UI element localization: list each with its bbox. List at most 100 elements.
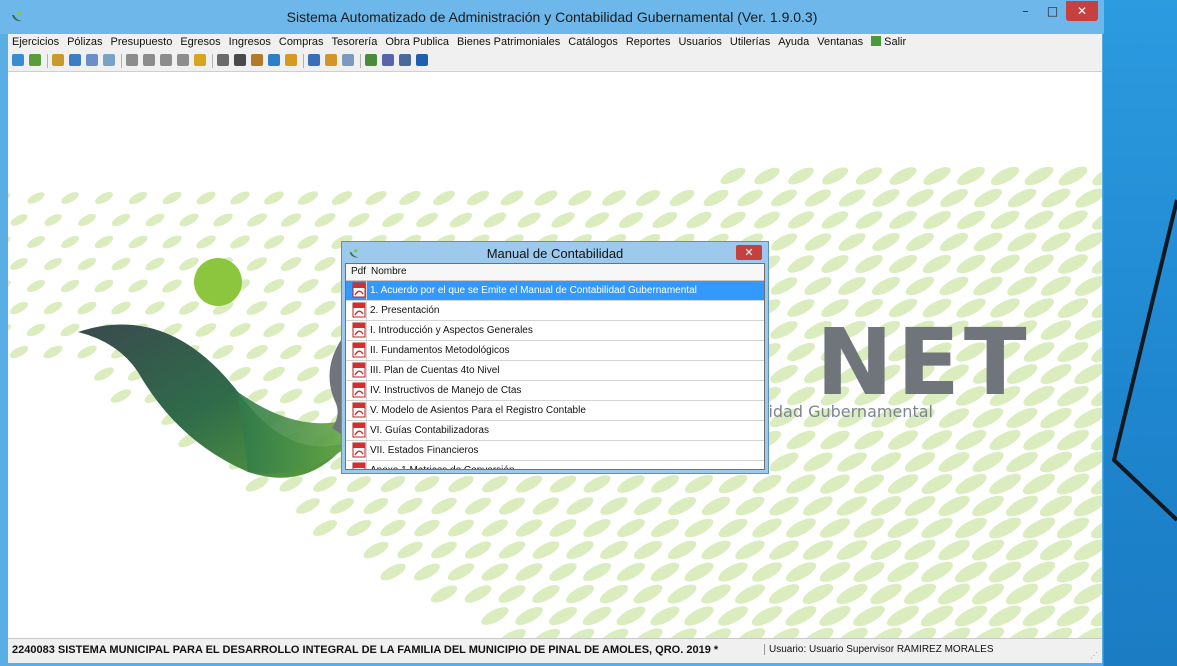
decor-dot xyxy=(769,452,799,472)
menu-usuarios[interactable]: Usuarios xyxy=(674,34,725,48)
decor-dot xyxy=(1023,429,1055,451)
minimize-button[interactable]: – xyxy=(1012,1,1039,21)
decor-dot xyxy=(788,167,814,185)
decor-dot xyxy=(923,210,951,230)
cell-divider xyxy=(366,421,367,440)
resize-grip[interactable]: ⋰ xyxy=(1090,651,1098,660)
manual-row[interactable]: IV. Instructivos de Manejo de Ctas xyxy=(346,381,764,401)
decor-dot xyxy=(889,167,917,185)
manual-row[interactable]: 1. Acuerdo por el que se Emite el Manual… xyxy=(346,281,764,301)
maximize-button[interactable]: □ xyxy=(1039,1,1066,21)
manual-row[interactable]: Anexo 1 Matrices de Conversión xyxy=(346,461,764,470)
chart-icon[interactable] xyxy=(268,54,280,66)
manual-row[interactable]: VII. Estados Financieros xyxy=(346,441,764,461)
document-icon[interactable] xyxy=(29,54,41,66)
pdf-icon[interactable] xyxy=(352,442,366,458)
manual-row[interactable]: I. Introducción y Aspectos Generales xyxy=(346,321,764,341)
letter-e-icon[interactable] xyxy=(160,54,172,66)
decor-dot xyxy=(77,301,97,315)
decor-dot xyxy=(43,345,63,359)
title-bar[interactable]: Sistema Automatizado de Administración y… xyxy=(0,0,1104,34)
pdf-icon[interactable] xyxy=(352,462,366,470)
menu-ventanas[interactable]: Ventanas xyxy=(813,34,867,48)
decor-dot xyxy=(382,212,404,228)
decor-dot xyxy=(1056,517,1090,539)
report-icon[interactable] xyxy=(194,54,206,66)
transfer-icon[interactable] xyxy=(69,54,81,66)
decor-dot xyxy=(871,276,901,296)
menu-salir[interactable]: Salir xyxy=(867,34,910,48)
pdf-icon[interactable] xyxy=(352,342,366,358)
box-icon[interactable] xyxy=(285,54,297,66)
decor-dot xyxy=(886,605,920,627)
decor-dot xyxy=(819,518,851,538)
menu-ingresos[interactable]: Ingresos xyxy=(225,34,275,48)
cell-divider xyxy=(366,461,367,469)
menu-catalogos[interactable]: Catálogos xyxy=(564,34,622,48)
menu-polizas[interactable]: Pólizas xyxy=(63,34,106,48)
menu-egresos[interactable]: Egresos xyxy=(176,34,224,48)
decor-dot xyxy=(1074,319,1102,341)
decor-dot xyxy=(61,236,79,248)
pdf-icon[interactable] xyxy=(352,302,366,318)
manual-row[interactable]: II. Fundamentos Metodológicos xyxy=(346,341,764,361)
menu-ayuda[interactable]: Ayuda xyxy=(774,34,813,48)
menu-bienes-patrimoniales[interactable]: Bienes Patrimoniales xyxy=(453,34,564,48)
decor-dot xyxy=(754,211,780,229)
decor-dot xyxy=(1075,232,1102,252)
manual-row[interactable]: V. Modelo de Asientos Para el Registro C… xyxy=(346,401,764,421)
help-icon[interactable] xyxy=(416,54,428,66)
decor-dot xyxy=(61,192,79,204)
manual-row[interactable]: 2. Presentación xyxy=(346,301,764,321)
pdf-icon[interactable] xyxy=(352,402,366,418)
column-header-pdf[interactable]: Pdf xyxy=(351,266,366,277)
manual-row[interactable]: III. Plan de Cuentas 4to Nivel xyxy=(346,361,764,381)
pdf-icon[interactable] xyxy=(352,382,366,398)
letter-c-icon[interactable] xyxy=(126,54,138,66)
letter-d-icon[interactable] xyxy=(143,54,155,66)
list-icon[interactable] xyxy=(342,54,354,66)
menu-tesoreria[interactable]: Tesorería xyxy=(328,34,382,48)
column-header-nombre[interactable]: Nombre xyxy=(371,266,407,277)
decor-dot xyxy=(464,541,492,559)
menu-reportes[interactable]: Reportes xyxy=(622,34,675,48)
grid-icon[interactable] xyxy=(103,54,115,66)
book-icon[interactable] xyxy=(308,54,320,66)
print-icon[interactable] xyxy=(217,54,229,66)
decor-dot xyxy=(313,476,337,492)
tree-icon[interactable] xyxy=(365,54,377,66)
decor-dot xyxy=(78,214,96,226)
tools-icon[interactable] xyxy=(325,54,337,66)
refresh-icon[interactable] xyxy=(12,54,24,66)
cell-divider xyxy=(366,281,367,300)
calculator-icon[interactable] xyxy=(399,54,411,66)
manual-row[interactable]: VI. Guías Contabilizadoras xyxy=(346,421,764,441)
dialog-close-button[interactable]: ✕ xyxy=(736,245,762,260)
pdf-icon[interactable] xyxy=(352,282,366,298)
menu-obra-publica[interactable]: Obra Publica xyxy=(381,34,453,48)
decor-dot xyxy=(769,540,799,560)
menu-utilerias[interactable]: Utilerías xyxy=(726,34,774,48)
decor-dot xyxy=(887,430,919,450)
close-button[interactable]: ✕ xyxy=(1066,1,1098,21)
pdf-icon[interactable] xyxy=(352,362,366,378)
decor-dot xyxy=(1090,561,1102,583)
clipboard-icon[interactable] xyxy=(234,54,246,66)
money-icon[interactable] xyxy=(52,54,64,66)
decor-dot xyxy=(531,628,561,638)
decor-dot xyxy=(938,452,970,472)
menu-compras[interactable]: Compras xyxy=(275,34,328,48)
menu-presupuesto[interactable]: Presupuesto xyxy=(107,34,177,48)
pdf-icon[interactable] xyxy=(352,422,366,438)
pdf-icon[interactable] xyxy=(352,322,366,338)
edit-icon[interactable] xyxy=(251,54,263,66)
letter-p-icon[interactable] xyxy=(177,54,189,66)
decor-dot xyxy=(95,192,113,204)
decor-dot xyxy=(280,344,302,360)
decor-dot xyxy=(717,606,749,626)
menu-ejercicios[interactable]: Ejercicios xyxy=(8,34,63,48)
decor-dot xyxy=(836,583,868,605)
user-icon[interactable] xyxy=(382,54,394,66)
budget-icon[interactable] xyxy=(86,54,98,66)
decor-dot xyxy=(498,585,526,603)
